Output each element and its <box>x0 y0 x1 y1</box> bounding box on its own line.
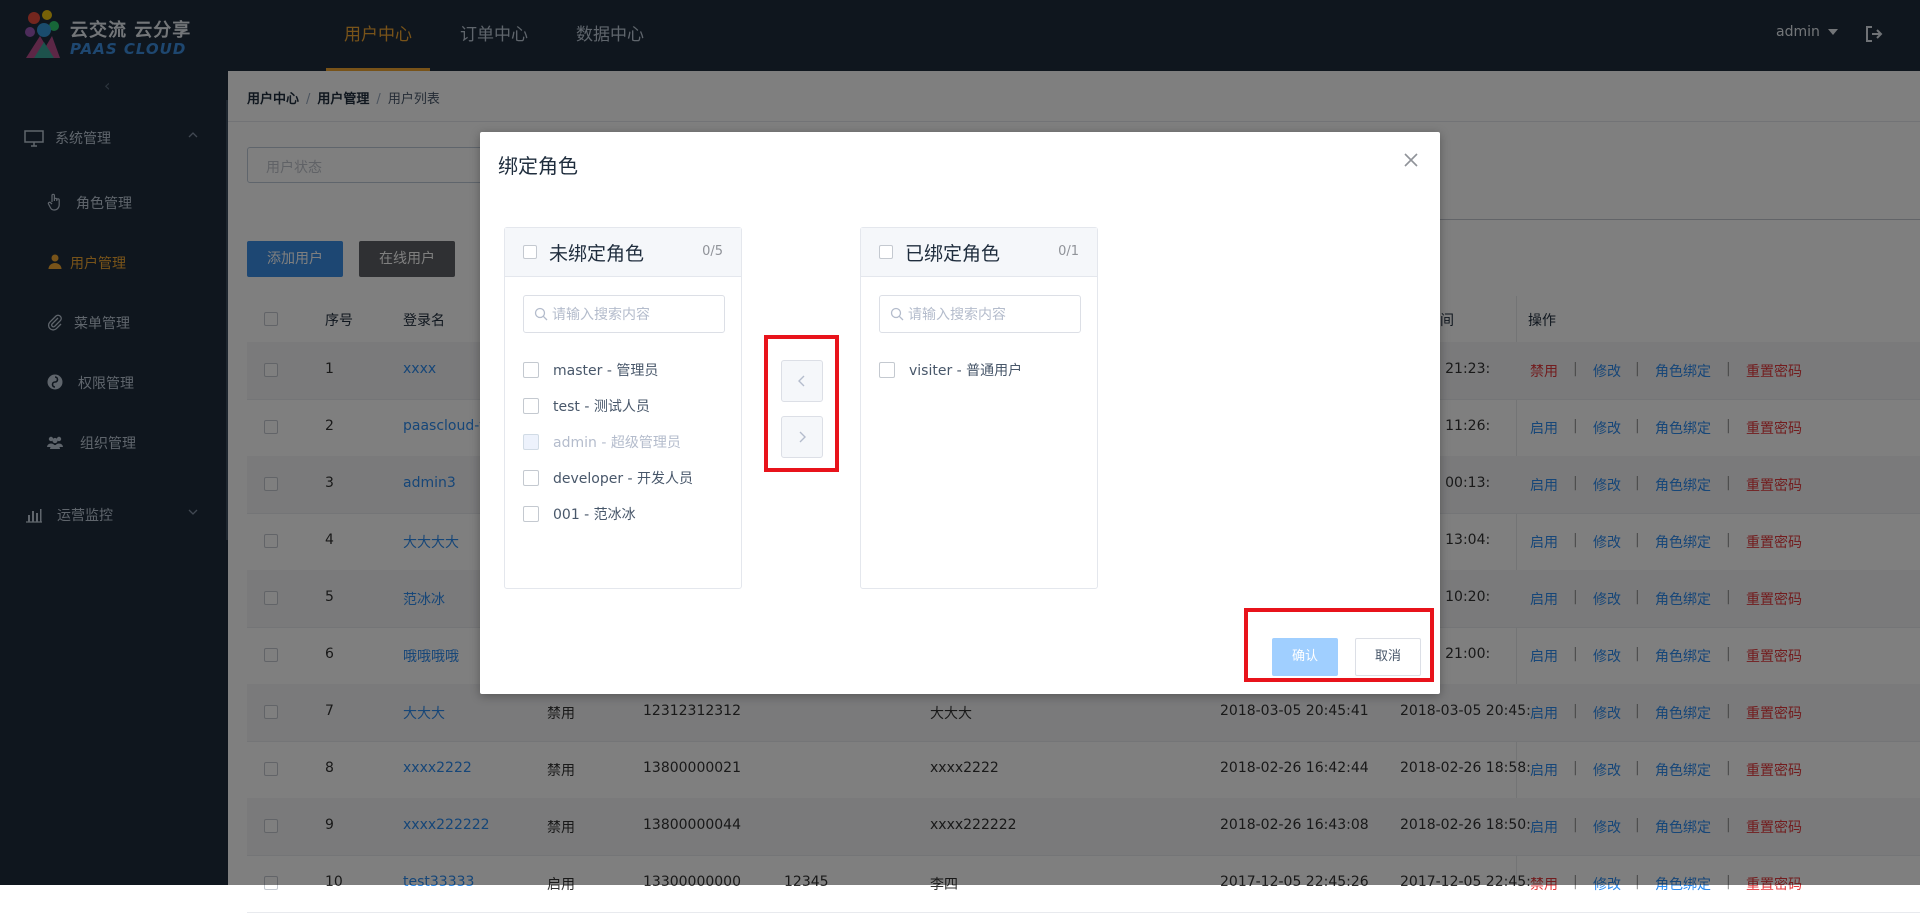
role-checkbox[interactable] <box>879 362 895 378</box>
role-checkbox[interactable] <box>523 362 539 378</box>
role-label: master - 管理员 <box>553 363 659 379</box>
dialog-title: 绑定角色 <box>498 154 578 178</box>
close-icon[interactable] <box>1403 152 1419 168</box>
search-input[interactable] <box>550 302 719 328</box>
panel-title: 未绑定角色 <box>549 243 645 265</box>
search-icon <box>890 307 904 321</box>
role-label: 001 - 范冰冰 <box>553 507 636 523</box>
search-box <box>879 295 1081 333</box>
bind-role-dialog: 绑定角色 未绑定角色 0/5 master - 管理员 test - 测试人员 … <box>480 132 1440 694</box>
panel-count: 0/5 <box>702 244 723 259</box>
role-checkbox[interactable] <box>523 398 539 414</box>
role-label: test - 测试人员 <box>553 399 650 415</box>
search-input[interactable] <box>906 302 1075 328</box>
highlight-box-footer <box>1244 608 1434 682</box>
role-checkbox[interactable] <box>523 470 539 486</box>
panel-count: 0/1 <box>1058 244 1079 259</box>
panel-title: 已绑定角色 <box>905 243 1001 265</box>
role-label: visiter - 普通用户 <box>909 363 1023 379</box>
highlight-box-transfer <box>764 335 839 472</box>
unbound-roles-panel: 未绑定角色 0/5 master - 管理员 test - 测试人员 admin… <box>504 227 742 589</box>
role-label: admin - 超级管理员 <box>553 435 681 451</box>
search-icon <box>534 307 548 321</box>
panel-header: 未绑定角色 0/5 <box>505 228 741 277</box>
bound-roles-panel: 已绑定角色 0/1 visiter - 普通用户 <box>860 227 1098 589</box>
search-box <box>523 295 725 333</box>
role-label: developer - 开发人员 <box>553 471 694 487</box>
select-all-bound-checkbox[interactable] <box>879 245 893 259</box>
role-checkbox[interactable] <box>523 506 539 522</box>
select-all-unbound-checkbox[interactable] <box>523 245 537 259</box>
panel-header: 已绑定角色 0/1 <box>861 228 1097 277</box>
role-checkbox <box>523 434 539 450</box>
